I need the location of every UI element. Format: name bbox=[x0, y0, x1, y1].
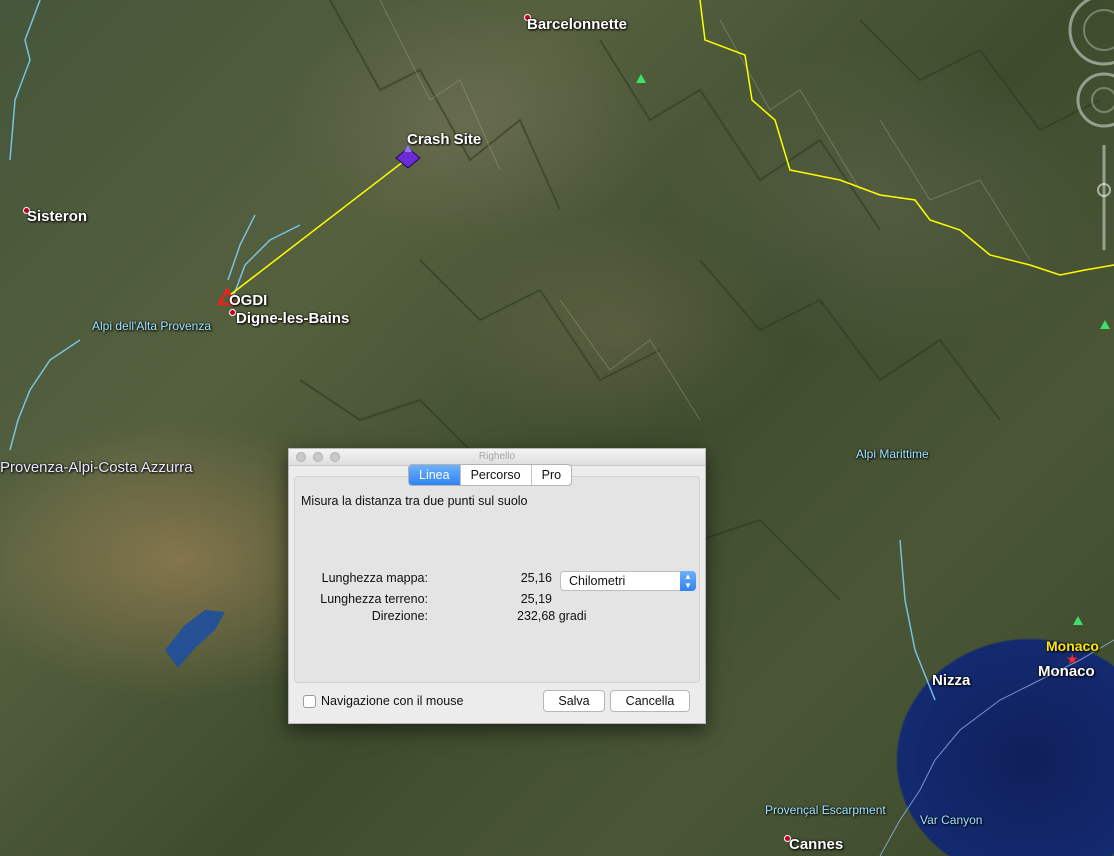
label-alpi-marittime: Alpi Marittime bbox=[856, 447, 929, 461]
ground-length-label: Lunghezza terreno: bbox=[320, 592, 428, 606]
move-joystick-icon[interactable] bbox=[1076, 72, 1114, 128]
label-monaco[interactable]: Monaco bbox=[1038, 663, 1095, 680]
peak-icon bbox=[636, 74, 646, 83]
cancel-button[interactable]: Cancella bbox=[610, 690, 690, 712]
satellite-map[interactable]: ★ Barcelonnette Crash Site Sisteron OGDI… bbox=[0, 0, 1114, 856]
heading-label: Direzione: bbox=[371, 609, 428, 623]
dialog-title: Righello bbox=[478, 451, 516, 462]
label-var-canyon: Var Canyon bbox=[920, 813, 983, 827]
map-length-label: Lunghezza mappa: bbox=[321, 571, 428, 585]
ground-length-value: 25,19 bbox=[520, 592, 552, 606]
ruler-line bbox=[229, 157, 409, 296]
label-crash-site[interactable]: Crash Site bbox=[407, 131, 481, 148]
peak-icon bbox=[1100, 320, 1110, 329]
label-sisteron[interactable]: Sisteron bbox=[27, 208, 87, 225]
label-digne[interactable]: Digne-les-Bains bbox=[236, 310, 349, 327]
unit-select-value: Chilometri bbox=[569, 574, 626, 588]
mouse-navigation-label: Navigazione con il mouse bbox=[321, 694, 464, 708]
navigation-controls[interactable] bbox=[1034, 0, 1114, 260]
ruler-panel: Misura la distanza tra due punti sul suo… bbox=[294, 476, 700, 683]
digne-dot[interactable] bbox=[229, 309, 236, 316]
select-arrows-icon[interactable]: ▲ ▼ bbox=[680, 571, 696, 591]
label-nizza[interactable]: Nizza bbox=[932, 672, 970, 689]
ruler-tabs: Linea Percorso Pro bbox=[408, 464, 573, 486]
label-barcelonnette[interactable]: Barcelonnette bbox=[527, 16, 627, 33]
unit-select[interactable]: Chilometri ▲ ▼ bbox=[560, 571, 696, 591]
heading-value: 232,68 gradi bbox=[517, 609, 587, 623]
map-length-value: 25,16 bbox=[520, 571, 552, 585]
peak-icon bbox=[1073, 616, 1083, 625]
ruler-dialog: Righello Linea Percorso Pro Misura la di… bbox=[288, 448, 706, 724]
label-provencal-escarpment: Provençal Escarpment bbox=[765, 803, 886, 817]
label-provenza: Provenza-Alpi-Costa Azzurra bbox=[0, 459, 193, 476]
tab-linea[interactable]: Linea bbox=[409, 465, 461, 485]
label-cannes[interactable]: Cannes bbox=[789, 836, 843, 853]
save-button[interactable]: Salva bbox=[543, 690, 605, 712]
label-ogdi[interactable]: OGDI bbox=[229, 292, 267, 309]
tab-percorso[interactable]: Percorso bbox=[461, 465, 532, 485]
tab-pro[interactable]: Pro bbox=[532, 465, 571, 485]
label-monaco-yellow[interactable]: Monaco bbox=[1046, 638, 1099, 654]
mouse-navigation-option[interactable]: Navigazione con il mouse bbox=[303, 694, 463, 708]
map-overlay: ★ bbox=[9, 0, 1114, 856]
mouse-navigation-checkbox[interactable] bbox=[303, 694, 316, 708]
label-alpi-alta-provenza: Alpi dell'Alta Provenza bbox=[92, 319, 212, 333]
ruler-description: Misura la distanza tra due punti sul suo… bbox=[301, 494, 528, 508]
